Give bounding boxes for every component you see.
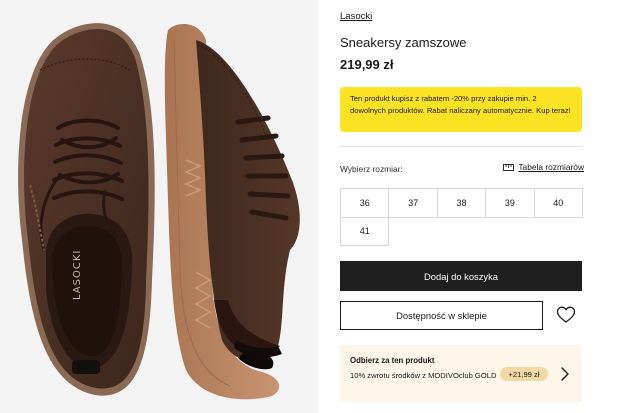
size-label: Wybierz rozmiar: [340, 164, 403, 174]
store-availability-label: Dostępność w sklepie [396, 310, 487, 321]
size-option-36[interactable]: 36 [340, 188, 390, 218]
product-panel: Lasocki Sneakersy zamszowe 219,99 zł Ten… [340, 0, 584, 413]
ruler-icon [503, 163, 515, 171]
promo-banner: Ten produkt kupisz z rabatem -20% przy z… [340, 87, 582, 132]
add-to-cart-label: Dodaj do koszyka [424, 270, 498, 282]
size-table-label: Tabela rozmiarów [518, 162, 584, 172]
product-gallery[interactable]: LASOCKI [0, 0, 318, 413]
product-title: Sneakersy zamszowe [340, 35, 467, 50]
reward-description: 10% zwrotu środków z MODIVOclub GOLD [350, 371, 497, 380]
add-to-cart-button[interactable]: Dodaj do koszyka [340, 261, 582, 291]
size-option-41[interactable]: 41 [340, 216, 390, 246]
product-price: 219,99 zł [340, 57, 394, 72]
shoe-side-view [164, 24, 300, 400]
reward-box[interactable]: Odbierz za ten produkt 10% zwrotu środkó… [340, 345, 582, 402]
promo-text: Ten produkt kupisz z rabatem -20% przy z… [350, 94, 571, 115]
size-grid: 36 37 38 39 40 41 [340, 188, 583, 246]
store-availability-button[interactable]: Dostępność w sklepie [340, 301, 543, 330]
shoe-top-view: LASOCKI [18, 23, 155, 396]
product-image: LASOCKI [18, 23, 300, 400]
size-option-40[interactable]: 40 [533, 188, 583, 218]
heart-icon[interactable] [556, 305, 576, 325]
size-option-39[interactable]: 39 [485, 188, 535, 218]
insole-logo: LASOCKI [72, 250, 83, 300]
size-option-38[interactable]: 38 [436, 188, 487, 218]
size-option-37[interactable]: 37 [388, 188, 438, 218]
reward-title: Odbierz za ten produkt [350, 356, 435, 365]
reward-amount-badge: +21,99 zł [500, 367, 548, 381]
brand-link[interactable]: Lasocki [340, 11, 372, 22]
chevron-right-icon[interactable] [560, 366, 570, 382]
size-table-link[interactable]: Tabela rozmiarów [503, 162, 584, 172]
divider [340, 146, 582, 147]
